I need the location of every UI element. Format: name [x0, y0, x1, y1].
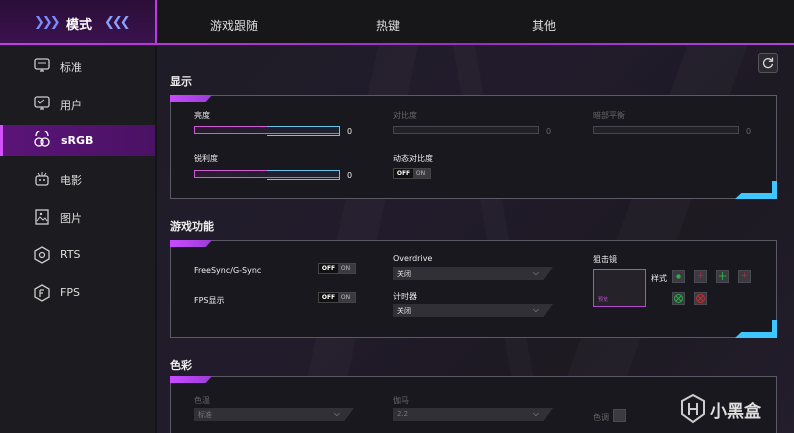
scope-style-plus-green-icon[interactable]: +	[716, 270, 729, 283]
sidebar-item-label: 电影	[60, 174, 82, 187]
color-temp-label: 色温	[194, 396, 210, 405]
dark-balance-slider[interactable]	[593, 126, 739, 134]
tab-game-follow[interactable]: 游戏跟随	[210, 17, 258, 34]
dark-balance-value: 0	[746, 127, 752, 136]
refresh-icon[interactable]	[758, 53, 778, 73]
brightness-value: 0	[347, 127, 353, 136]
color-temp-dropdown[interactable]: 标准 ⌵	[194, 408, 354, 421]
dark-balance-label: 暗部平衡	[593, 111, 625, 120]
section-title-display: 显示	[170, 75, 192, 88]
sidebar-item-standard[interactable]: 标准	[0, 49, 155, 83]
tab-other[interactable]: 其他	[532, 17, 556, 34]
scope-style-dot-icon[interactable]	[672, 270, 685, 283]
sidebar-item-movie[interactable]: 电影	[0, 162, 155, 196]
corner-accent	[772, 320, 777, 338]
sidebar-item-picture[interactable]: 图片	[0, 200, 155, 234]
toggle-on: ON	[340, 265, 351, 272]
sidebar-item-label: sRGB	[61, 134, 94, 147]
corner-accent	[170, 376, 212, 383]
fps-display-label: FPS显示	[194, 296, 225, 305]
overdrive-label: Overdrive	[393, 254, 433, 263]
sharpness-value: 0	[347, 171, 353, 180]
sidebar-item-label: RTS	[60, 248, 81, 261]
scope-label: 狙击镜	[593, 255, 617, 264]
monitor-icon	[34, 58, 50, 72]
tab-hotkey[interactable]: 热键	[376, 17, 400, 34]
monitor-user-icon	[34, 96, 50, 110]
display-panel: 亮度 0 对比度 0 暗部平衡 0 锐利度 0 动态对比度 OFF ON	[170, 95, 777, 199]
scope-style-plus-red-icon[interactable]: +	[694, 270, 707, 283]
contrast-value: 0	[546, 127, 552, 136]
scope-style-label: 样式	[651, 274, 667, 283]
corner-accent	[735, 332, 777, 338]
contrast-label: 对比度	[393, 111, 417, 120]
gamma-dropdown[interactable]: 2.2 ⌵	[393, 408, 553, 421]
scope-preview-text: 预览	[598, 297, 609, 303]
timer-label: 计时器	[393, 292, 417, 301]
corner-accent	[170, 240, 212, 247]
dropdown-value: 标准	[198, 411, 212, 419]
timer-dropdown[interactable]: 关闭 ⌵	[393, 304, 553, 317]
overdrive-dropdown[interactable]: 关闭 ⌵	[393, 267, 553, 280]
rts-icon	[34, 246, 50, 264]
section-title-color: 色彩	[170, 359, 192, 372]
sidebar: 标准 用户 sRGB 电影 图片 RTS FPS	[0, 45, 155, 433]
tab-mode[interactable]: ❯❯❯ 模式 ❮❮❮	[0, 0, 157, 45]
sidebar-item-rts[interactable]: RTS	[0, 238, 155, 272]
chevron-right-icon: ❯❯❯	[34, 15, 61, 30]
sidebar-item-srgb[interactable]: sRGB	[0, 125, 155, 156]
freesync-toggle[interactable]: OFF ON	[318, 263, 356, 274]
brightness-label: 亮度	[194, 111, 210, 120]
dropdown-value: 关闭	[397, 270, 411, 278]
scope-style-circle-cross-red-icon[interactable]	[694, 292, 707, 305]
game-panel: FreeSync/G-Sync OFF ON FPS显示 OFF ON Over…	[170, 240, 777, 338]
srgb-icon	[34, 131, 50, 147]
watermark-logo-icon	[681, 394, 705, 424]
gamma-label: 伽马	[393, 396, 409, 405]
corner-accent	[735, 193, 777, 199]
sidebar-item-label: 图片	[60, 212, 82, 225]
chevron-down-icon: ⌵	[532, 305, 539, 314]
freesync-label: FreeSync/G-Sync	[194, 266, 262, 275]
scope-style-plus-small-icon[interactable]: +	[738, 270, 751, 283]
tab-label: 模式	[66, 18, 93, 33]
corner-accent	[170, 95, 212, 102]
dynamic-contrast-toggle[interactable]: OFF ON	[393, 168, 431, 179]
sharpness-label: 锐利度	[194, 154, 218, 163]
sharpness-slider[interactable]	[194, 170, 340, 180]
sidebar-item-fps[interactable]: FPS	[0, 276, 155, 310]
scope-style-circle-cross-green-icon[interactable]	[672, 292, 685, 305]
sidebar-item-user[interactable]: 用户	[0, 87, 155, 121]
dropdown-value: 2.2	[397, 410, 409, 418]
movie-icon	[35, 172, 49, 186]
chevron-down-icon: ⌵	[333, 409, 340, 418]
corner-accent	[772, 181, 777, 199]
picture-icon	[35, 209, 49, 225]
brightness-slider[interactable]	[194, 126, 340, 136]
toggle-on: ON	[415, 170, 426, 177]
dynamic-contrast-label: 动态对比度	[393, 154, 433, 163]
watermark: 小黑盒	[680, 392, 788, 426]
contrast-slider[interactable]	[393, 126, 539, 134]
top-tab-bar: ❯❯❯ 模式 ❮❮❮ 游戏跟随 热键 其他	[0, 0, 794, 45]
watermark-text: 小黑盒	[710, 402, 761, 422]
section-title-game: 游戏功能	[170, 220, 214, 233]
dropdown-value: 关闭	[397, 307, 411, 315]
hue-label: 色调	[593, 413, 609, 422]
fps-display-toggle[interactable]: OFF ON	[318, 292, 356, 303]
chevron-down-icon: ⌵	[532, 409, 539, 418]
main-content: 显示 亮度 0 对比度 0 暗部平衡 0 锐利度 0 动态对比度 OFF ON …	[157, 45, 794, 433]
toggle-on: ON	[340, 294, 351, 301]
sidebar-item-label: 标准	[60, 61, 82, 74]
chevron-down-icon: ⌵	[532, 268, 539, 277]
scope-preview: 预览	[593, 269, 646, 307]
sidebar-item-label: 用户	[60, 99, 82, 112]
hue-minus-button[interactable]	[613, 409, 626, 422]
sidebar-item-label: FPS	[60, 286, 80, 299]
chevron-left-icon: ❮❮❮	[104, 15, 131, 30]
fps-icon	[34, 284, 50, 302]
